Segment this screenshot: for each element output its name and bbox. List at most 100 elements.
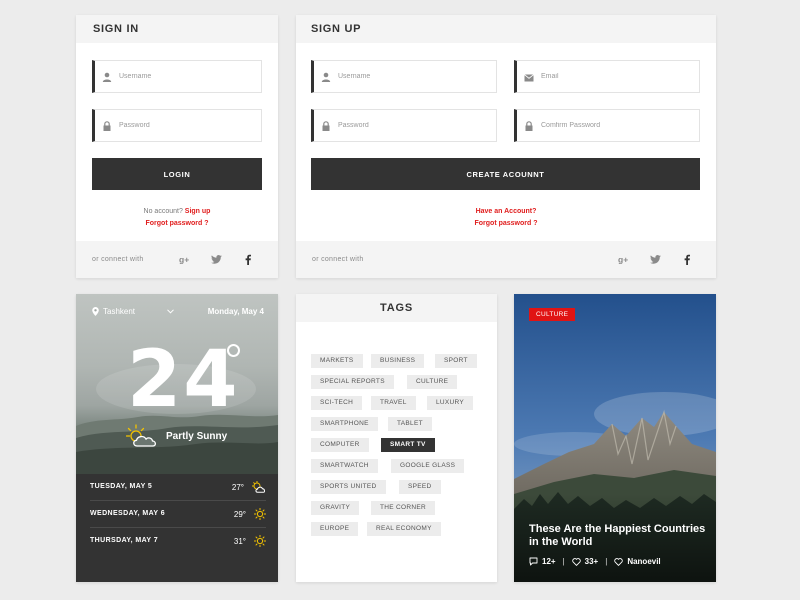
signup-password-input[interactable] (338, 110, 492, 141)
signup-footer: or connect with g+ (296, 241, 716, 278)
signin-title: SIGN IN (76, 15, 278, 43)
tag-travel[interactable]: TRAVEL (371, 396, 416, 410)
user-icon (321, 72, 331, 82)
tag-special-reports[interactable]: SPECIAL REPORTS (311, 375, 394, 389)
facebook-icon[interactable] (680, 252, 694, 266)
tags-title: TAGS (296, 294, 497, 322)
signin-card: SIGN IN LOGIN No account? Sign up Forgot… (76, 15, 278, 278)
signup-username-input[interactable] (338, 61, 492, 92)
user-icon (102, 72, 112, 82)
signin-username-field[interactable] (92, 60, 262, 93)
tag-smart-tv[interactable]: SMART TV (381, 438, 435, 452)
article-meta: 12+ | 33+ | Nanoevil (529, 557, 661, 566)
article-card[interactable]: CULTURE These Are the Happiest Countries… (514, 294, 716, 582)
article-author[interactable]: Nanoevil (614, 557, 661, 566)
create-account-button[interactable]: CREATE ACOUNNT (311, 158, 700, 190)
tag-markets[interactable]: MARKETS (311, 354, 363, 368)
connect-text: or connect with (312, 256, 364, 263)
meta-divider: | (562, 557, 565, 566)
signup-email-input[interactable] (541, 61, 695, 92)
forecast-temp: 27° (231, 482, 244, 492)
tags-card: TAGS MARKETS BUSINESS SPORT SPECIAL REPO… (296, 294, 497, 582)
heart-icon (614, 557, 624, 566)
signup-link[interactable]: Sign up (185, 208, 211, 215)
tag-sci-tech[interactable]: SCI-TECH (311, 396, 363, 410)
location-pin-icon (92, 307, 99, 316)
chevron-down-icon (167, 309, 174, 314)
forecast-list: TUESDAY, MAY 5 27° WEDNESDAY, MAY 6 29° (76, 474, 278, 582)
current-temperature: 24 (127, 335, 240, 425)
category-badge[interactable]: CULTURE (529, 308, 576, 321)
connect-text: or connect with (92, 256, 144, 263)
tag-speed[interactable]: SPEED (399, 480, 441, 494)
signup-email-field[interactable] (514, 60, 700, 93)
google-plus-icon[interactable]: g+ (178, 252, 192, 266)
weather-date: Monday, May 4 (207, 307, 264, 316)
comments-count[interactable]: 12+ (529, 557, 556, 566)
twitter-icon[interactable] (209, 252, 223, 266)
twitter-icon[interactable] (648, 252, 662, 266)
signup-forgot-line: Forgot password ? (296, 217, 716, 230)
signin-username-input[interactable] (119, 61, 257, 92)
forecast-row: WEDNESDAY, MAY 6 29° (90, 501, 266, 528)
signup-username-field[interactable] (311, 60, 497, 93)
svg-text:g+: g+ (179, 255, 189, 265)
tag-real-economy[interactable]: REAL ECONOMY (367, 522, 441, 536)
envelope-icon (524, 74, 534, 82)
sun-icon (254, 508, 266, 520)
forgot-line: Forgot password ? (76, 217, 278, 230)
tag-smartphone[interactable]: SMARTPHONE (311, 417, 378, 431)
signup-card: SIGN UP CREATE ACOUNNT Have an Account? … (296, 15, 716, 278)
tag-the-corner[interactable]: THE CORNER (371, 501, 435, 515)
forgot-password-link[interactable]: Forgot password ? (146, 220, 209, 227)
location-name: Tashkent (103, 307, 136, 316)
condition-label: Partly Sunny (166, 430, 228, 442)
facebook-icon[interactable] (241, 252, 255, 266)
heart-icon (571, 557, 581, 566)
forecast-temp: 31° (233, 536, 246, 546)
signup-password-field[interactable] (311, 109, 497, 142)
forecast-day: THURSDAY, MAY 7 (90, 537, 158, 544)
comment-icon (529, 557, 538, 566)
sun-icon (254, 535, 266, 547)
current-condition: Partly Sunny (126, 424, 227, 448)
weather-background: Tashkent Monday, May 4 24 Partly Sunny (76, 294, 278, 474)
tag-google-glass[interactable]: GOOGLE GLASS (391, 459, 465, 473)
partly-sunny-icon (126, 424, 157, 447)
signin-password-field[interactable] (92, 109, 262, 142)
tag-tablet[interactable]: TABLET (388, 417, 432, 431)
signin-footer: or connect with g+ (76, 241, 278, 278)
lock-icon (103, 121, 111, 131)
google-plus-icon[interactable]: g+ (617, 252, 631, 266)
tag-culture[interactable]: CULTURE (407, 375, 458, 389)
forecast-day: WEDNESDAY, MAY 6 (90, 510, 165, 517)
likes-value: 33+ (584, 557, 599, 566)
likes-count[interactable]: 33+ (571, 557, 599, 566)
location-selector[interactable]: Tashkent (92, 307, 174, 316)
weather-widget: Tashkent Monday, May 4 24 Partly Sunny T… (76, 294, 278, 582)
comments-value: 12+ (542, 557, 556, 566)
tag-europe[interactable]: EUROPE (311, 522, 359, 536)
article-title[interactable]: These Are the Happiest Countries in the … (529, 523, 709, 549)
partly-cloudy-icon (252, 481, 266, 493)
degree-symbol (227, 344, 240, 357)
tag-business[interactable]: BUSINESS (371, 354, 425, 368)
tag-gravity[interactable]: GRAVITY (311, 501, 360, 515)
signup-confirm-field[interactable] (514, 109, 700, 142)
tag-sport[interactable]: SPORT (435, 354, 477, 368)
signup-confirm-input[interactable] (541, 110, 695, 141)
forecast-temp: 29° (233, 509, 246, 519)
have-account-link[interactable]: Have an Account? (476, 208, 537, 215)
tag-computer[interactable]: COMPUTER (311, 438, 369, 452)
forgot-password-link[interactable]: Forgot password ? (475, 220, 538, 227)
signup-title: SIGN UP (296, 15, 716, 43)
meta-divider: | (605, 557, 608, 566)
author-name: Nanoevil (627, 557, 661, 566)
tag-smartwatch[interactable]: SMARTWATCH (311, 459, 378, 473)
lock-icon (322, 121, 330, 131)
tag-luxury[interactable]: LUXURY (427, 396, 474, 410)
no-account-text: No account? (143, 208, 183, 215)
login-button[interactable]: LOGIN (92, 158, 262, 190)
signin-password-input[interactable] (119, 110, 257, 141)
tag-sports-united[interactable]: SPORTS UNITED (311, 480, 386, 494)
